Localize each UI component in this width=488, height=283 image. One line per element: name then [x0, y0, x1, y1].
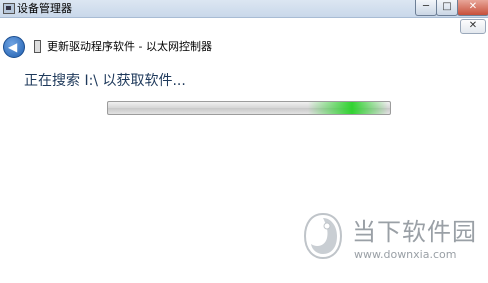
search-status-text: 正在搜索 I:\ 以获取软件...: [24, 73, 186, 89]
back-arrow-icon: ◀: [8, 40, 18, 54]
back-button[interactable]: ◀: [3, 36, 25, 58]
network-device-icon: [34, 40, 41, 53]
maximize-button[interactable]: □: [436, 0, 458, 16]
window-titlebar: 设备管理器 ─ □ ✕: [0, 0, 488, 18]
search-progress-bar: [107, 101, 391, 115]
window-title: 设备管理器: [17, 2, 72, 15]
window-close-button[interactable]: ✕: [457, 0, 488, 16]
device-manager-icon: [3, 3, 15, 14]
watermark-url: www.downxia.com: [354, 248, 457, 261]
downxia-logo-icon: [303, 212, 343, 260]
watermark-name: 当下软件园: [352, 218, 477, 246]
progress-glow: [308, 102, 388, 114]
dialog-title: 更新驱动程序软件 - 以太网控制器: [47, 40, 212, 53]
dialog-header: ◀ 更新驱动程序软件 - 以太网控制器: [0, 34, 488, 60]
dialog-close-button[interactable]: ✕: [460, 19, 486, 34]
minimize-button[interactable]: ─: [415, 0, 437, 16]
